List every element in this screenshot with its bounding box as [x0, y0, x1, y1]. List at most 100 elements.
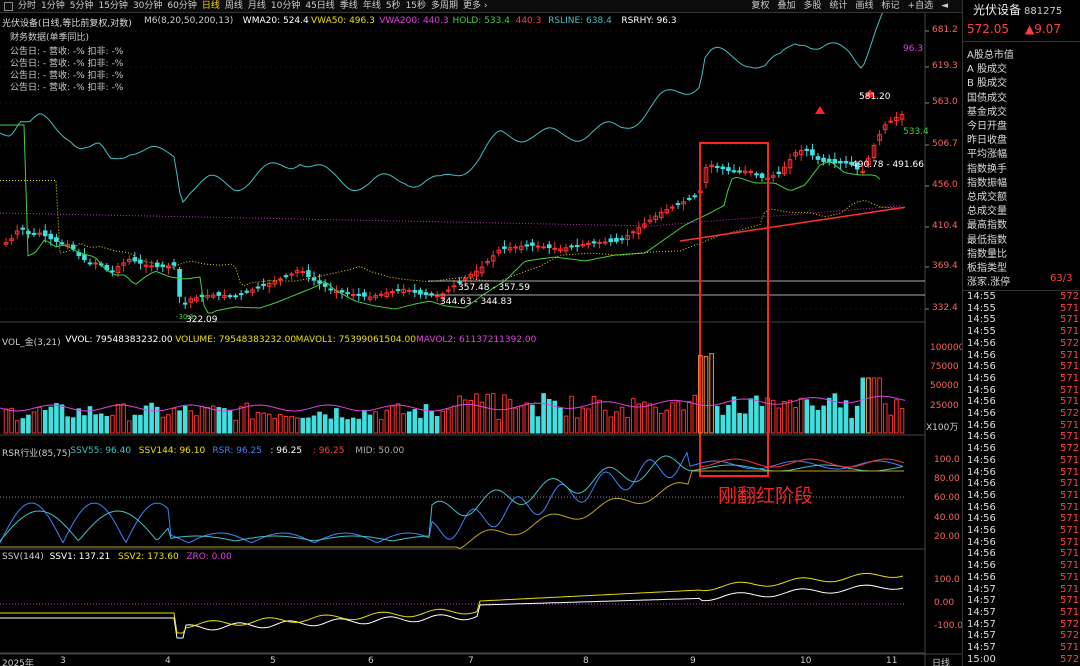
candle-body	[31, 232, 37, 235]
candle-body	[261, 283, 266, 287]
volume-bar	[412, 409, 418, 434]
x-month: 10	[800, 656, 812, 666]
ssv-indicator: SSV2: 173.60	[118, 552, 179, 562]
stat-label[interactable]: A 股成交	[967, 60, 1007, 75]
tool-button[interactable]: +自选	[908, 0, 934, 13]
candle-body	[255, 286, 261, 289]
tick-price: 571.9	[1060, 478, 1080, 490]
tick-time: 14:56	[967, 408, 996, 419]
period-tab[interactable]: 日线	[202, 0, 220, 13]
period-tab[interactable]: 15分钟	[98, 0, 127, 13]
vol-indicator: VOLUME: 79548383232.00	[175, 335, 297, 345]
tick-time: 14:57	[967, 618, 996, 630]
rsr-indicator: MID: 50.00	[355, 446, 405, 456]
tool-button[interactable]: ◄	[941, 0, 948, 13]
volume-bar	[832, 393, 838, 434]
tool-button[interactable]: 标记	[882, 0, 900, 13]
stat-label[interactable]: 基金成交	[967, 103, 1007, 118]
tick-price: 571.9	[1060, 361, 1080, 373]
period-tab[interactable]: 15秒	[406, 0, 426, 13]
volume-bar	[440, 410, 446, 434]
stat-label[interactable]: 涨家.涨停	[967, 273, 1010, 288]
volume-bar	[474, 393, 479, 434]
tool-button[interactable]: 统计	[829, 0, 847, 13]
period-tab[interactable]: 5秒	[386, 0, 401, 13]
volume-bar	[182, 405, 188, 434]
stat-label[interactable]: 昨日收盘	[967, 131, 1007, 146]
tool-button[interactable]: 画线	[856, 0, 874, 13]
stat-label[interactable]: 总成交额	[967, 188, 1007, 203]
tick-time: 14:55	[967, 314, 996, 326]
period-tab[interactable]: 60分钟	[167, 0, 196, 13]
rsr-indicator: RSR行业(85,75)	[2, 449, 72, 459]
tick-time: 14:56	[967, 337, 996, 349]
candle-body	[502, 246, 507, 249]
period-tab[interactable]: 分时	[18, 0, 36, 13]
period-toolbar: 分时 1分钟 5分钟 15分钟 30分钟 60分钟 日线 周线 月线 10分钟 45日线 季线 年线 5秒…	[0, 0, 962, 13]
volume-bar	[26, 414, 31, 434]
period-tab[interactable]: 年线	[363, 0, 381, 13]
volume-bar	[42, 410, 48, 434]
stat-label[interactable]: 平均涨幅	[967, 145, 1007, 160]
tool-button[interactable]: 叠加	[777, 0, 795, 13]
rsline-tag: 96.3	[903, 44, 924, 54]
period-tab[interactable]: 月线	[248, 0, 266, 13]
kline-chart-area[interactable]: 光伏设备(日线,等比前复权,对数) M6(8,20,50,200,13) WMA20…	[0, 13, 964, 666]
period-tab[interactable]: 10分钟	[271, 0, 300, 13]
stat-label[interactable]: 最高指数	[967, 216, 1007, 231]
tick-price: 572.0	[1060, 408, 1080, 419]
period-tab[interactable]: 周线	[225, 0, 243, 13]
period-tab[interactable]: 45日线	[305, 0, 334, 13]
candle-body	[283, 275, 289, 278]
x-month: 3	[60, 656, 66, 666]
candle-body	[199, 294, 205, 298]
stat-label[interactable]: 板指类型	[967, 259, 1007, 274]
stat-label[interactable]: 总成交量	[967, 202, 1007, 217]
volume-bar	[278, 414, 283, 434]
volume-bar	[322, 414, 328, 434]
stat-label[interactable]: 今日开盘	[967, 117, 1007, 132]
tick-time: 14:56	[967, 361, 996, 373]
price-tick: 456.0	[932, 180, 958, 190]
volume-bar	[250, 418, 255, 434]
period-tab[interactable]: 季线	[340, 0, 358, 13]
tick-time: 14:56	[967, 349, 996, 361]
period-tab[interactable]: 30分钟	[133, 0, 162, 13]
stat-label[interactable]: 指数换手	[967, 160, 1007, 175]
stat-label[interactable]: 最低指数	[967, 231, 1007, 246]
candle-body	[59, 242, 65, 245]
volume-bar	[434, 416, 440, 434]
tool-button[interactable]: 复权	[751, 0, 769, 13]
period-tab[interactable]: 1分钟	[41, 0, 65, 13]
period-tab[interactable]: 5分钟	[70, 0, 94, 13]
tick-price: 571.9	[1060, 595, 1080, 607]
finance-title: 财务数据(单季同比)	[10, 33, 90, 43]
volume-bar	[334, 408, 339, 434]
rsr-tick: 60.00	[934, 493, 960, 503]
volume-bar	[625, 417, 630, 434]
stat-label[interactable]: 国债成交	[967, 89, 1007, 104]
volume-bar	[222, 408, 227, 434]
menu-icon[interactable]	[4, 2, 13, 11]
period-tab[interactable]: 更多 ›	[463, 0, 487, 13]
stat-label[interactable]: 指数量比	[967, 245, 1007, 260]
stat-label[interactable]: 指数振幅	[967, 174, 1007, 189]
volume-bar	[227, 409, 233, 434]
volume-bar	[160, 416, 166, 434]
stat-label[interactable]: A股总市值	[967, 46, 1014, 61]
x-month: 4	[165, 656, 171, 666]
stat-label[interactable]: B 股成交	[967, 74, 1007, 89]
main-indicator: RSLINE: 638.4	[548, 16, 612, 26]
volume-bar	[681, 409, 686, 434]
candle-body	[289, 273, 294, 276]
volume-bar	[418, 417, 423, 434]
volume-bar	[586, 408, 591, 434]
volume-bar	[709, 353, 714, 434]
tool-button[interactable]: 多股	[803, 0, 821, 13]
candle-body	[591, 241, 597, 244]
volume-bar	[48, 406, 54, 434]
period-tabs: 分时 1分钟 5分钟 15分钟 30分钟 60分钟 日线 周线 月线 10分钟 45日线 季线 年线 5秒…	[18, 0, 493, 13]
tick-time: 14:56	[967, 466, 996, 478]
volume-bar	[216, 407, 222, 434]
period-tab[interactable]: 多周期	[431, 0, 458, 13]
